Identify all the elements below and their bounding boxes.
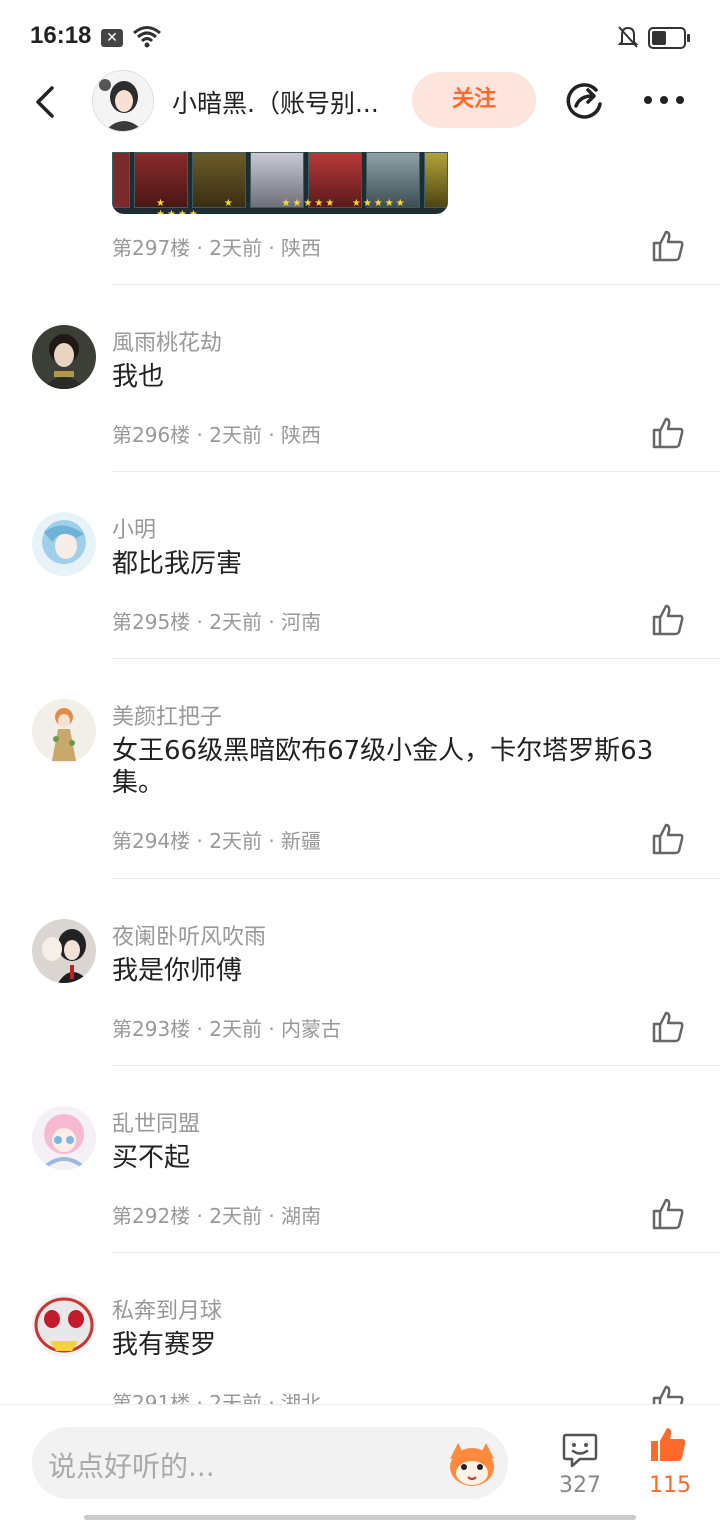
comment-username[interactable]: 風雨桃花劫 <box>112 325 222 357</box>
author-name[interactable]: 小暗黑.（账号别... <box>172 84 400 120</box>
comment-username[interactable]: 美颜扛把子 <box>112 699 222 731</box>
like-icon[interactable] <box>650 602 686 638</box>
comment-input[interactable]: 说点好听的... <box>32 1427 508 1499</box>
avatar[interactable] <box>32 919 96 983</box>
bell-muted-icon <box>617 26 639 48</box>
floor-meta: 第296楼 · 2天前 · 陕西 <box>112 423 322 447</box>
follow-button[interactable]: 关注 <box>412 72 536 128</box>
author-avatar[interactable] <box>92 70 154 132</box>
like-icon[interactable] <box>650 1009 686 1045</box>
comment-input-placeholder: 说点好听的... <box>48 1450 215 1483</box>
status-time: 16:18 <box>30 22 92 49</box>
like-icon[interactable] <box>650 821 686 857</box>
status-bar: 16:18 ✕ <box>0 0 720 72</box>
comment-username[interactable]: 私奔到月球 <box>112 1293 222 1325</box>
post-image[interactable]: ★ ★ ★★★★★ ★★★★★ ★★★★ <box>112 152 448 214</box>
avatar[interactable] <box>32 1293 96 1357</box>
comment-username[interactable]: 乱世同盟 <box>112 1106 200 1138</box>
floor-meta: 第295楼 · 2天前 · 河南 <box>112 610 322 634</box>
avatar[interactable] <box>32 699 96 763</box>
comment-list[interactable]: ★ ★ ★★★★★ ★★★★★ ★★★★ 第297楼 · 2天前 · 陕西 風雨… <box>0 140 720 1404</box>
list-item[interactable]: 美颜扛把子 女王66级黑暗欧布67级小金人，卡尔塔罗斯63集。 第294楼 · … <box>0 659 720 878</box>
like-icon[interactable] <box>650 415 686 451</box>
like-icon[interactable] <box>650 1383 686 1404</box>
floor-meta: 第293楼 · 2天前 · 内蒙古 <box>112 1017 342 1041</box>
list-item[interactable]: 私奔到月球 我有赛罗 第291楼 · 2天前 · 湖北 <box>0 1253 720 1404</box>
floor-meta: 第291楼 · 2天前 · 湖北 <box>112 1391 322 1404</box>
home-indicator <box>84 1515 636 1520</box>
floor-meta: 第294楼 · 2天前 · 新疆 <box>112 829 322 853</box>
comment-icon[interactable] <box>560 1429 600 1469</box>
comment-username[interactable]: 夜阑卧听风吹雨 <box>112 919 266 951</box>
wifi-icon <box>133 26 161 48</box>
comment-count: 327 <box>559 1473 601 1498</box>
list-item[interactable]: 乱世同盟 买不起 第292楼 · 2天前 · 湖南 <box>0 1066 720 1253</box>
like-icon[interactable] <box>650 1196 686 1232</box>
list-item[interactable]: 風雨桃花劫 我也 第296楼 · 2天前 · 陕西 <box>0 285 720 472</box>
more-options-icon[interactable] <box>640 82 688 118</box>
comment-text: 我有赛罗 <box>112 1330 217 1360</box>
emoji-mascot-icon[interactable] <box>444 1439 500 1489</box>
share-icon[interactable] <box>562 80 606 124</box>
comment-username[interactable]: 小明 <box>112 512 156 544</box>
floor-meta: 第292楼 · 2天前 · 湖南 <box>112 1204 322 1228</box>
like-filled-icon[interactable] <box>648 1425 688 1465</box>
avatar[interactable] <box>32 325 96 389</box>
comment-text: 女王66级黑暗欧布67级小金人，卡尔塔罗斯63集。 <box>112 736 654 798</box>
comment-text: 买不起 <box>112 1143 191 1173</box>
close-notification-icon: ✕ <box>101 29 123 47</box>
comment-text: 我是你师傅 <box>112 956 243 986</box>
avatar[interactable] <box>32 1106 96 1170</box>
like-icon[interactable] <box>650 228 686 264</box>
comment-text: 都比我厉害 <box>112 549 243 579</box>
bottom-action-bar: 说点好听的... 327 115 <box>0 1404 720 1520</box>
avatar[interactable] <box>32 512 96 576</box>
like-count: 115 <box>649 1473 691 1498</box>
battery-icon <box>648 27 690 49</box>
back-icon[interactable] <box>26 82 66 122</box>
list-item[interactable]: 小明 都比我厉害 第295楼 · 2天前 · 河南 <box>0 472 720 659</box>
floor-meta: 第297楼 · 2天前 · 陕西 <box>112 236 322 260</box>
comment-text: 我也 <box>112 362 165 392</box>
list-item[interactable]: 夜阑卧听风吹雨 我是你师傅 第293楼 · 2天前 · 内蒙古 <box>0 879 720 1066</box>
post-header: 小暗黑.（账号别... 关注 <box>0 68 720 134</box>
